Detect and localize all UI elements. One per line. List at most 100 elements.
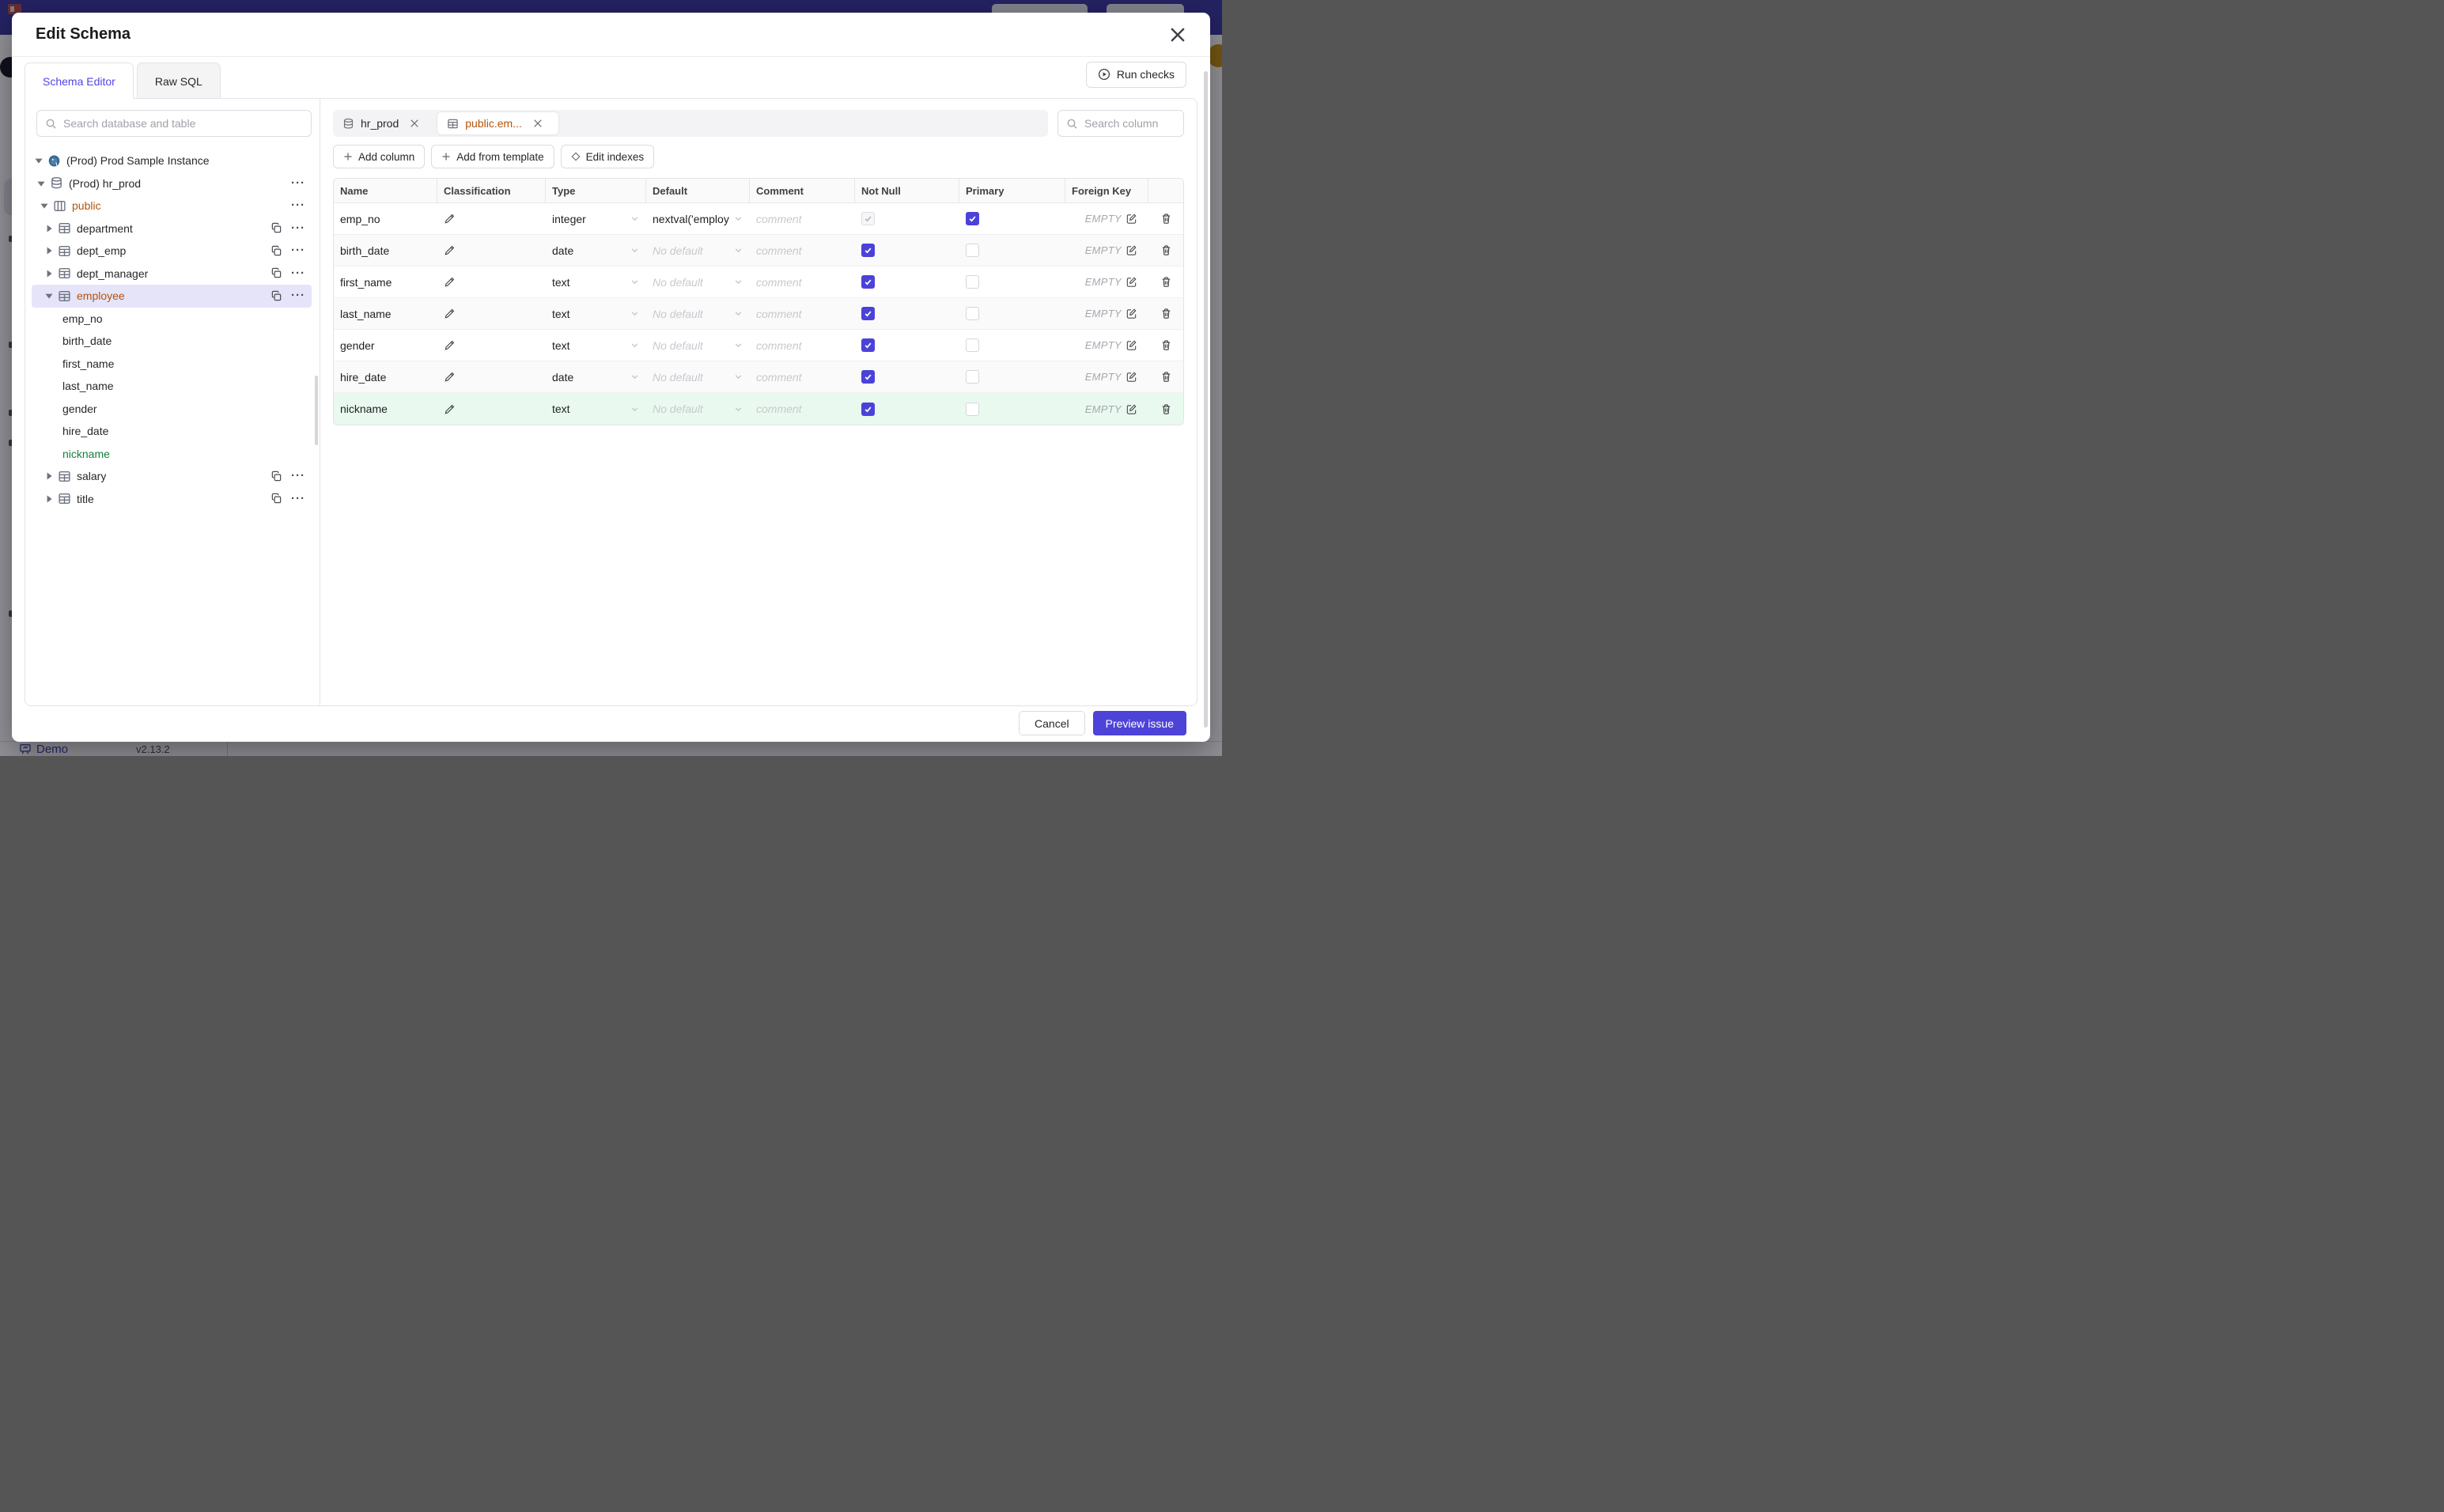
copy-icon[interactable] (271, 222, 282, 234)
edit-indexes-button[interactable]: Edit indexes (560, 145, 655, 168)
edit-square-icon[interactable] (1126, 339, 1137, 351)
caret-down-icon[interactable] (36, 179, 46, 188)
not-null-checkbox[interactable] (861, 212, 875, 225)
tree-item-salary[interactable]: salary ··· (32, 465, 312, 488)
trash-icon[interactable] (1160, 403, 1172, 415)
tree-item-dept_emp[interactable]: dept_emp ··· (32, 240, 312, 263)
default-select[interactable]: nextval('employ (653, 213, 743, 225)
primary-checkbox[interactable] (966, 307, 979, 320)
pencil-icon[interactable] (444, 339, 456, 351)
caret-down-icon[interactable] (34, 156, 44, 165)
tree-item--prod-prod-sample-instance[interactable]: (Prod) Prod Sample Instance (32, 149, 312, 172)
more-actions-icon[interactable]: ··· (291, 199, 305, 211)
tree-item-first_name[interactable]: first_name (32, 353, 312, 376)
primary-checkbox[interactable] (966, 275, 979, 289)
pencil-icon[interactable] (444, 371, 456, 383)
trash-icon[interactable] (1160, 308, 1172, 319)
primary-checkbox[interactable] (966, 212, 979, 225)
add-column-button[interactable]: Add column (333, 145, 426, 168)
tab-raw-sql[interactable]: Raw SQL (136, 62, 221, 99)
add-from-template-button[interactable]: Add from template (431, 145, 554, 168)
not-null-checkbox[interactable] (861, 338, 875, 352)
caret-right-icon[interactable] (44, 224, 54, 233)
copy-icon[interactable] (271, 267, 282, 279)
caret-right-icon[interactable] (44, 246, 54, 255)
edit-square-icon[interactable] (1126, 403, 1137, 415)
more-actions-icon[interactable]: ··· (291, 493, 305, 505)
more-actions-icon[interactable]: ··· (291, 222, 305, 234)
editor-tab-hr_prod[interactable]: hr_prod (333, 110, 435, 137)
type-select[interactable]: text (552, 339, 640, 352)
caret-right-icon[interactable] (44, 269, 54, 278)
comment-input[interactable]: comment (756, 403, 802, 415)
column-name[interactable]: first_name (340, 276, 392, 289)
default-select[interactable]: No default (653, 403, 743, 415)
caret-right-icon[interactable] (44, 471, 54, 481)
tab-schema-editor[interactable]: Schema Editor (25, 62, 134, 99)
column-name[interactable]: birth_date (340, 244, 389, 257)
default-select[interactable]: No default (653, 308, 743, 320)
primary-checkbox[interactable] (966, 370, 979, 384)
copy-icon[interactable] (271, 471, 282, 482)
primary-checkbox[interactable] (966, 244, 979, 257)
comment-input[interactable]: comment (756, 339, 802, 352)
pencil-icon[interactable] (444, 308, 456, 319)
default-select[interactable]: No default (653, 371, 743, 384)
close-icon[interactable] (1169, 26, 1186, 43)
not-null-checkbox[interactable] (861, 402, 875, 416)
copy-icon[interactable] (271, 245, 282, 257)
run-checks-button[interactable]: Run checks (1085, 61, 1186, 88)
caret-right-icon[interactable] (44, 494, 54, 504)
comment-input[interactable]: comment (756, 276, 802, 289)
tree-item-hire_date[interactable]: hire_date (32, 420, 312, 443)
primary-checkbox[interactable] (966, 402, 979, 416)
tree-item-nickname[interactable]: nickname (32, 443, 312, 466)
default-select[interactable]: No default (653, 339, 743, 352)
tree-item-last_name[interactable]: last_name (32, 375, 312, 398)
not-null-checkbox[interactable] (861, 244, 875, 257)
edit-square-icon[interactable] (1126, 244, 1137, 256)
cancel-button[interactable]: Cancel (1019, 711, 1085, 735)
edit-square-icon[interactable] (1126, 308, 1137, 319)
comment-input[interactable]: comment (756, 244, 802, 257)
tree-item--prod-hr_prod[interactable]: (Prod) hr_prod ··· (32, 172, 312, 195)
column-search[interactable] (1057, 110, 1184, 137)
column-name[interactable]: gender (340, 339, 375, 352)
close-icon[interactable] (410, 119, 419, 128)
copy-icon[interactable] (271, 290, 282, 302)
more-actions-icon[interactable]: ··· (291, 244, 305, 256)
close-icon[interactable] (533, 119, 543, 128)
trash-icon[interactable] (1160, 276, 1172, 288)
not-null-checkbox[interactable] (861, 307, 875, 320)
primary-checkbox[interactable] (966, 338, 979, 352)
database-search[interactable] (36, 110, 312, 137)
default-select[interactable]: No default (653, 276, 743, 289)
trash-icon[interactable] (1160, 371, 1172, 383)
type-select[interactable]: text (552, 276, 640, 289)
tree-item-dept_manager[interactable]: dept_manager ··· (32, 263, 312, 285)
pencil-icon[interactable] (444, 403, 456, 415)
editor-tab-public-em-[interactable]: public.em... (437, 112, 558, 134)
caret-down-icon[interactable] (44, 291, 54, 301)
column-name[interactable]: nickname (340, 403, 388, 415)
tree-item-employee[interactable]: employee ··· (32, 285, 312, 308)
tree-item-public[interactable]: public ··· (32, 195, 312, 217)
default-select[interactable]: No default (653, 244, 743, 257)
more-actions-icon[interactable]: ··· (291, 470, 305, 482)
more-actions-icon[interactable]: ··· (291, 289, 305, 301)
database-search-input[interactable] (63, 117, 303, 130)
type-select[interactable]: text (552, 403, 640, 415)
tree-item-birth_date[interactable]: birth_date (32, 330, 312, 353)
not-null-checkbox[interactable] (861, 370, 875, 384)
preview-issue-button[interactable]: Preview issue (1092, 711, 1186, 735)
edit-square-icon[interactable] (1126, 213, 1137, 225)
trash-icon[interactable] (1160, 339, 1172, 351)
sidebar-scrollbar[interactable] (315, 376, 318, 445)
type-select[interactable]: date (552, 244, 640, 257)
column-name[interactable]: hire_date (340, 371, 386, 384)
copy-icon[interactable] (271, 493, 282, 505)
caret-down-icon[interactable] (40, 201, 49, 210)
comment-input[interactable]: comment (756, 308, 802, 320)
type-select[interactable]: integer (552, 213, 640, 225)
trash-icon[interactable] (1160, 244, 1172, 256)
